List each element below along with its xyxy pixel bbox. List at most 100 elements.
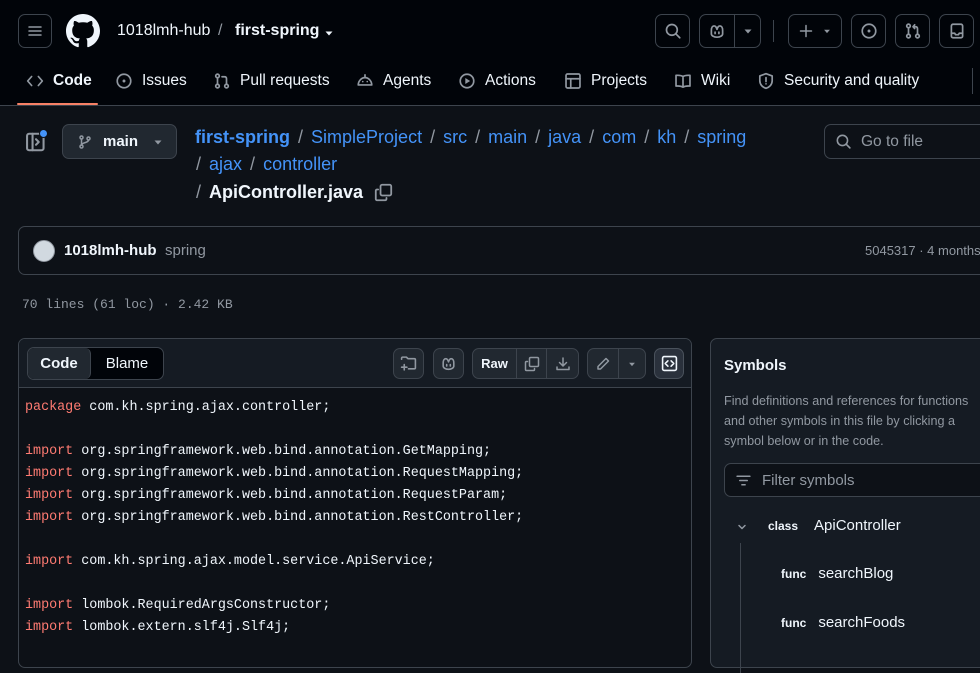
code-icon	[26, 75, 44, 87]
tab-label: Pull requests	[240, 72, 330, 89]
path-segment-repo[interactable]: first-spring	[195, 127, 290, 147]
tab-security[interactable]: Security and quality	[757, 68, 919, 94]
copilot-ask-button[interactable]	[433, 348, 464, 379]
commit-meta[interactable]: 5045317 · 4 months	[865, 243, 980, 258]
symbols-toggle-button[interactable]	[654, 348, 684, 379]
tab-label: Wiki	[701, 72, 731, 89]
path-separator: /	[475, 127, 481, 147]
download-button[interactable]	[547, 349, 578, 378]
pull-request-icon	[214, 73, 230, 89]
path-segment[interactable]: java	[548, 127, 581, 147]
tab-projects[interactable]: Projects	[564, 68, 647, 94]
code-keyword: import	[25, 554, 74, 569]
raw-button[interactable]: Raw	[473, 349, 517, 378]
path-segment[interactable]: SimpleProject	[311, 127, 422, 147]
go-to-file-input[interactable]: Go to file	[824, 124, 980, 159]
path-segment[interactable]: spring	[697, 127, 746, 147]
github-mark-icon	[66, 14, 100, 48]
symbol-kind: class	[768, 519, 799, 533]
tab-agents[interactable]: Agents	[356, 68, 431, 94]
download-icon	[555, 356, 570, 370]
tab-label: Security and quality	[784, 72, 920, 89]
file-tree-toggle[interactable]	[25, 129, 48, 153]
code-line: import org.springframework.web.bind.anno…	[25, 441, 523, 463]
repo-owner-link[interactable]: 1018lmh-hub	[117, 22, 210, 40]
avatar[interactable]	[33, 240, 55, 262]
copilot-icon	[442, 357, 455, 371]
path-separator: /	[430, 127, 436, 147]
caret-down-icon	[744, 29, 751, 34]
search-icon	[665, 23, 681, 39]
path-segment[interactable]: main	[488, 127, 527, 147]
symbol-item-func[interactable]: func searchBlog	[781, 565, 893, 582]
copilot-button[interactable]	[700, 22, 734, 40]
path-separator: /	[589, 127, 595, 147]
commit-message[interactable]: spring	[165, 242, 206, 259]
path-separator: /	[250, 154, 256, 174]
edit-button[interactable]	[588, 349, 619, 378]
path-segment[interactable]: com	[602, 127, 636, 147]
blame-view-button[interactable]: Blame	[91, 348, 163, 379]
tab-code[interactable]: Code	[26, 68, 92, 94]
branch-selector[interactable]: main	[62, 124, 177, 159]
inbox-button[interactable]	[939, 14, 974, 48]
copilot-dropdown[interactable]	[735, 25, 760, 37]
tab-wiki[interactable]: Wiki	[674, 68, 730, 94]
collapse-chevron[interactable]	[736, 521, 748, 533]
menu-button[interactable]	[18, 14, 52, 48]
copy-icon	[524, 356, 539, 371]
code-keyword: import	[25, 466, 74, 481]
commit-author[interactable]: 1018lmh-hub	[64, 242, 157, 259]
path-segment[interactable]: ajax	[209, 154, 242, 174]
repo-dropdown-caret-icon[interactable]	[323, 27, 335, 39]
tab-actions[interactable]: Actions	[458, 68, 536, 94]
branch-name: main	[103, 133, 139, 150]
filter-placeholder: Filter symbols	[762, 471, 855, 489]
copy-path-button[interactable]	[374, 183, 393, 202]
issues-button[interactable]	[851, 14, 886, 48]
git-branch-icon	[79, 134, 91, 149]
path-separator: /	[196, 154, 202, 174]
header-divider	[773, 20, 774, 42]
file-add-icon	[400, 356, 417, 371]
pull-requests-button[interactable]	[895, 14, 930, 48]
code-view-button[interactable]: Code	[28, 348, 91, 379]
path-segment[interactable]: controller	[263, 154, 337, 174]
search-icon	[836, 134, 851, 149]
path-segment[interactable]: src	[443, 127, 467, 147]
tab-issues[interactable]: Issues	[115, 68, 187, 94]
code-text: com.kh.spring.ajax.model.service.ApiServ…	[73, 554, 435, 569]
code-text: org.springframework.web.bind.annotation.…	[73, 444, 492, 459]
code-line: import lombok.extern.slf4j.Slf4j;	[25, 617, 523, 639]
play-icon	[459, 73, 475, 89]
view-toggle: Code Blame	[27, 347, 164, 380]
code-view[interactable]: package com.kh.spring.ajax.controller; i…	[25, 397, 523, 639]
path-separator: /	[535, 127, 541, 147]
edit-group	[587, 348, 646, 379]
symbol-name: searchFoods	[818, 614, 906, 631]
symbol-kind: func	[781, 567, 807, 581]
tab-label: Projects	[591, 72, 647, 89]
symbol-item-class[interactable]: class ApiController	[768, 517, 901, 534]
code-line: package com.kh.spring.ajax.controller;	[25, 397, 523, 419]
filter-symbols-input[interactable]: Filter symbols	[724, 463, 980, 497]
repo-name-link[interactable]: first-spring	[235, 22, 319, 40]
path-segment[interactable]: kh	[657, 127, 676, 147]
breadcrumb-line-3: / ApiController.java	[196, 182, 363, 203]
search-button[interactable]	[655, 14, 690, 48]
edit-dropdown[interactable]	[619, 349, 645, 378]
symbols-title: Symbols	[724, 357, 787, 374]
tab-pull-requests[interactable]: Pull requests	[213, 68, 330, 94]
copilot-icon	[710, 25, 724, 39]
symbol-item-func[interactable]: func searchFoods	[781, 614, 905, 631]
issue-opened-icon	[860, 23, 877, 39]
create-new-button[interactable]	[788, 14, 842, 48]
caret-down-icon	[154, 140, 162, 144]
github-logo[interactable]	[66, 14, 100, 48]
add-to-copilot-button[interactable]	[393, 348, 424, 379]
copilot-button-group[interactable]	[699, 14, 761, 48]
copy-raw-button[interactable]	[517, 349, 547, 378]
pull-request-icon	[905, 23, 920, 39]
